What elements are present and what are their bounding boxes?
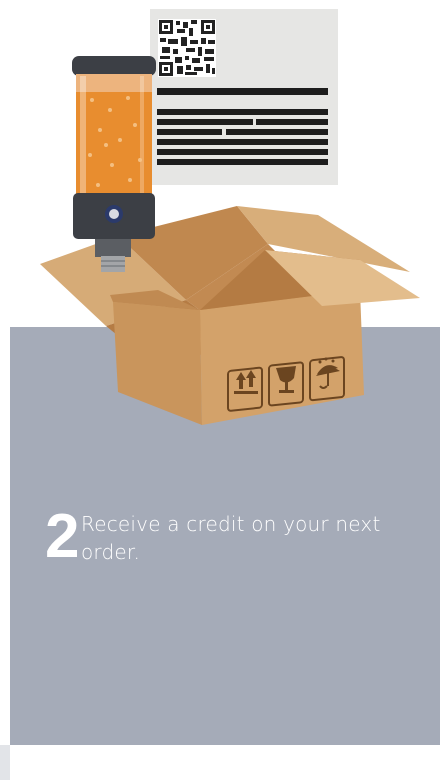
bottom-strip xyxy=(0,745,440,780)
return-box-illustration xyxy=(40,9,420,425)
shipping-label xyxy=(150,9,338,185)
step-number: 2 xyxy=(45,502,80,571)
qr-code-icon xyxy=(158,19,216,77)
step-2: 2 Receive a credit on your next order. xyxy=(45,506,405,580)
step-description: Receive a credit on your next order. xyxy=(81,512,381,564)
